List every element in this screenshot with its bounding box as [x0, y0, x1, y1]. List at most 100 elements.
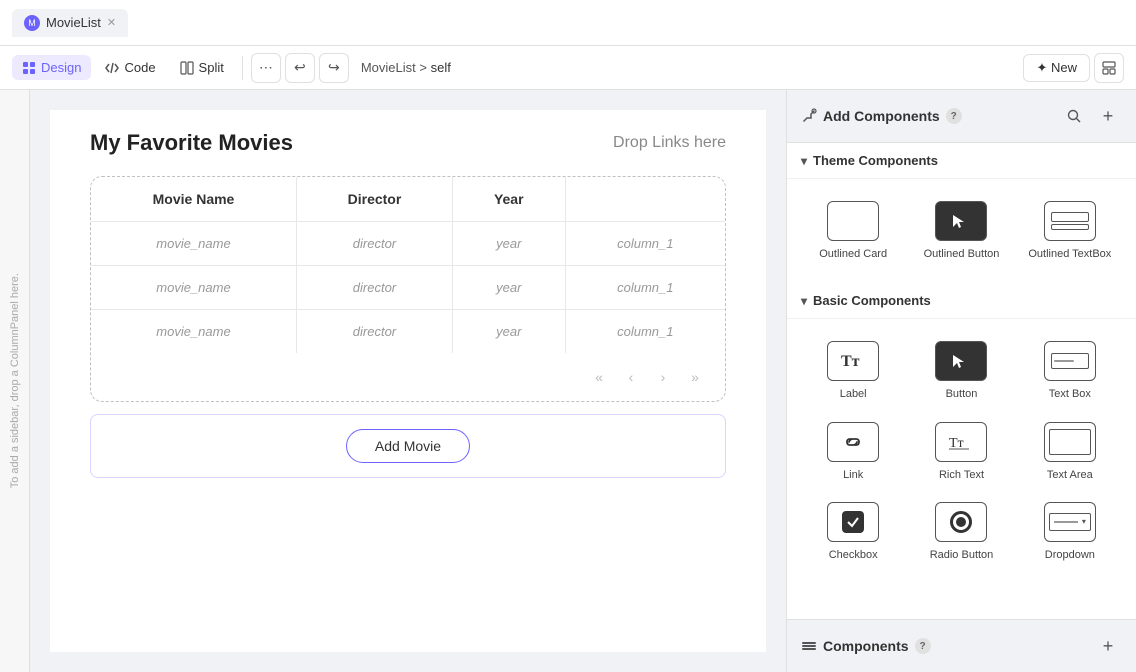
right-panel: Add Components ? + ▾ Theme Components	[786, 90, 1136, 672]
component-text-area[interactable]: Text Area	[1016, 412, 1124, 492]
cell-column1: column_1	[565, 310, 725, 354]
outlined-card-label: Outlined Card	[819, 247, 887, 261]
design-label: Design	[41, 60, 81, 75]
cell-year: year	[452, 266, 565, 310]
basic-components-toggle[interactable]: ▾ Basic Components	[787, 283, 1136, 319]
design-button[interactable]: Design	[12, 55, 91, 80]
more-options-button[interactable]: ⋯	[251, 53, 281, 83]
checkbox-component-label: Checkbox	[829, 548, 878, 562]
theme-components-toggle[interactable]: ▾ Theme Components	[787, 143, 1136, 179]
table-row: movie_name director year column_1	[91, 266, 725, 310]
help-badge[interactable]: ?	[946, 108, 962, 124]
add-movie-button[interactable]: Add Movie	[346, 429, 470, 463]
code-button[interactable]: Code	[95, 55, 165, 80]
cell-column1: column_1	[565, 266, 725, 310]
toolbar-sep-1	[242, 56, 243, 80]
col-year: Year	[452, 177, 565, 222]
layout-icon	[1102, 61, 1116, 75]
code-label: Code	[124, 60, 155, 75]
theme-components-grid: Outlined Card Outlined Button Outlined T…	[787, 179, 1136, 283]
col-director: Director	[296, 177, 452, 222]
cell-movie-name: movie_name	[91, 222, 296, 266]
dropdown-icon: ▾	[1044, 502, 1096, 542]
component-outlined-button[interactable]: Outlined Button	[907, 191, 1015, 271]
tab-close-icon[interactable]: ✕	[107, 16, 116, 29]
tab-label: MovieList	[46, 15, 101, 30]
tab-bar: M MovieList ✕	[0, 0, 1136, 46]
tab-icon: M	[24, 15, 40, 31]
dropdown-component-label: Dropdown	[1045, 548, 1095, 562]
theme-components-label: Theme Components	[813, 153, 938, 168]
component-outlined-textbox[interactable]: Outlined TextBox	[1016, 191, 1124, 271]
page-prev-button[interactable]: ‹	[617, 363, 645, 391]
breadcrumb-sep: >	[419, 60, 430, 75]
new-label: ✦ New	[1036, 60, 1077, 76]
cursor-icon	[949, 211, 973, 231]
toolbar: Design Code Split ⋯ ↩ ↪ MovieList > self…	[0, 46, 1136, 90]
radio-button-icon	[935, 502, 987, 542]
design-icon	[22, 61, 36, 75]
wrench-icon	[801, 108, 817, 124]
data-table: Movie Name Director Year movie_name dire…	[91, 177, 725, 353]
chevron-down-icon: ▾	[801, 154, 807, 168]
page-last-button[interactable]: »	[681, 363, 709, 391]
add-components-title-group: Add Components ?	[801, 108, 1054, 124]
layout-toggle-button[interactable]	[1094, 53, 1124, 83]
chevron-down-icon: ▾	[801, 294, 807, 308]
add-components-header: Add Components ? +	[787, 90, 1136, 143]
table-header-row: Movie Name Director Year	[91, 177, 725, 222]
components-title: Components	[823, 638, 909, 654]
basic-components-label: Basic Components	[813, 293, 931, 308]
split-button[interactable]: Split	[170, 55, 234, 80]
outlined-textbox-label: Outlined TextBox	[1028, 247, 1111, 261]
outlined-card-icon	[827, 201, 879, 241]
col-movie-name: Movie Name	[91, 177, 296, 222]
component-dropdown[interactable]: ▾ Dropdown	[1016, 492, 1124, 572]
split-icon	[180, 61, 194, 75]
link-component-label: Link	[843, 468, 863, 482]
component-link[interactable]: Link	[799, 412, 907, 492]
radio-button-component-label: Radio Button	[930, 548, 994, 562]
add-components-title: Add Components	[823, 108, 940, 124]
text-area-icon	[1044, 422, 1096, 462]
page-first-button[interactable]: «	[585, 363, 613, 391]
rich-text-icon: Tт	[935, 422, 987, 462]
search-icon-btn[interactable]	[1060, 102, 1088, 130]
cell-movie-name: movie_name	[91, 310, 296, 354]
component-label[interactable]: Tт Label	[799, 331, 907, 411]
components-help-badge[interactable]: ?	[915, 638, 931, 654]
tab-movielist[interactable]: M MovieList ✕	[12, 9, 128, 37]
cell-director: director	[296, 266, 452, 310]
component-rich-text[interactable]: Tт Rich Text	[907, 412, 1015, 492]
left-sidebar: To add a sidebar, drop a ColumnPanel her…	[0, 90, 30, 672]
undo-button[interactable]: ↩	[285, 53, 315, 83]
svg-text:Tт: Tт	[841, 353, 860, 370]
text-area-component-label: Text Area	[1047, 468, 1093, 482]
page-next-button[interactable]: ›	[649, 363, 677, 391]
component-radio-button[interactable]: Radio Button	[907, 492, 1015, 572]
component-text-box[interactable]: Text Box	[1016, 331, 1124, 411]
main-layout: To add a sidebar, drop a ColumnPanel her…	[0, 90, 1136, 672]
redo-button[interactable]: ↪	[319, 53, 349, 83]
drop-links-text: Drop Links here	[613, 134, 726, 152]
rich-text-component-label: Rich Text	[939, 468, 984, 482]
component-outlined-card[interactable]: Outlined Card	[799, 191, 907, 271]
component-checkbox[interactable]: Checkbox	[799, 492, 907, 572]
breadcrumb-current: self	[431, 60, 451, 75]
cell-movie-name: movie_name	[91, 266, 296, 310]
cell-column1: column_1	[565, 222, 725, 266]
canvas-header: My Favorite Movies Drop Links here	[50, 110, 766, 176]
component-button[interactable]: Button	[907, 331, 1015, 411]
new-button[interactable]: ✦ New	[1023, 54, 1090, 82]
breadcrumb-root: MovieList	[361, 60, 416, 75]
button-component-label: Button	[946, 387, 978, 401]
canvas-area: My Favorite Movies Drop Links here Movie…	[30, 90, 786, 672]
components-add-button[interactable]: +	[1094, 632, 1122, 660]
code-icon	[105, 61, 119, 75]
table-row: movie_name director year column_1	[91, 222, 725, 266]
label-component-label: Label	[840, 387, 867, 401]
add-component-plus-button[interactable]: +	[1094, 102, 1122, 130]
cell-director: director	[296, 310, 452, 354]
search-icon	[1067, 109, 1081, 123]
components-icon	[801, 638, 817, 654]
